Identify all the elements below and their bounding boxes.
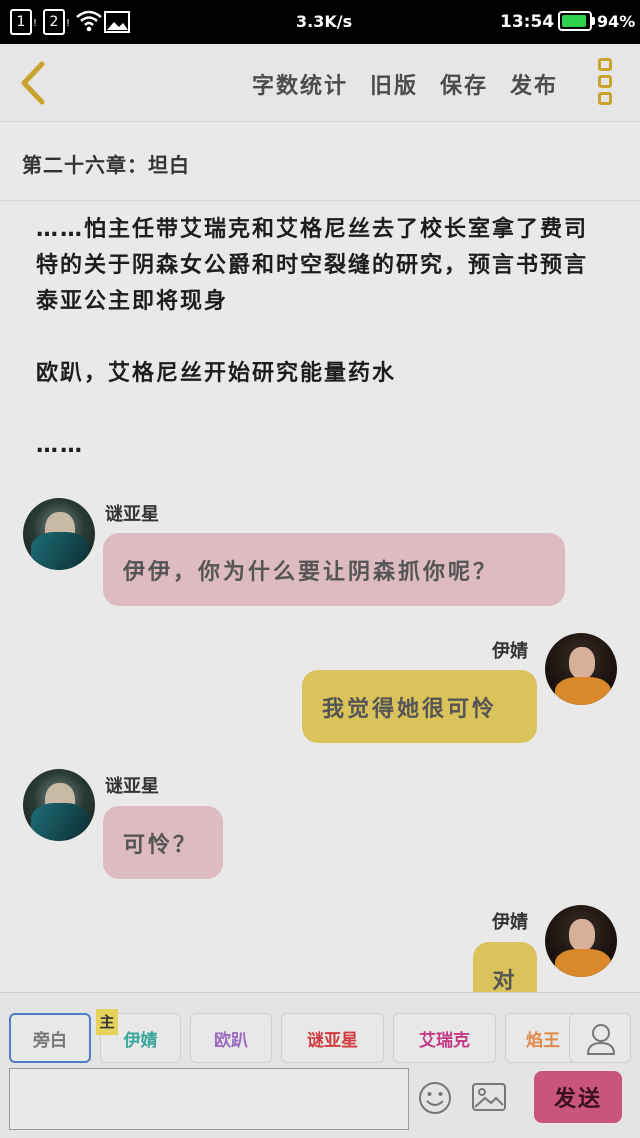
toolbar-actions: 字数统计 旧版 保存 发布 [252,68,558,100]
speaker-name: 伊婧 [492,641,528,662]
narration-paragraph[interactable]: 欧趴，艾格尼丝开始研究能量药水 [36,356,606,392]
speaker-name: 谜亚星 [105,504,159,525]
send-button[interactable]: 发送 [534,1071,622,1123]
avatar[interactable] [23,498,95,570]
gallery-notification-icon [104,11,130,33]
sim2-label: 2 [49,14,59,30]
composer-panel: 旁白 伊婧 主 欧趴 谜亚星 艾瑞克 焰王 发送 [0,992,640,1138]
role-label: 艾瑞克 [419,1030,470,1051]
status-bar: 1! 2! 3.3K/s 13:54 94% [0,0,640,44]
more-button[interactable] [596,58,614,110]
send-label: 发送 [553,1087,602,1112]
role-chip-narrator[interactable]: 旁白 [9,1013,91,1063]
chapter-title[interactable]: 第二十六章：坦白 [22,149,190,178]
sim1-icon: 1! [10,9,37,35]
battery-percent: 94% [597,12,636,31]
sim2-icon: 2! [43,9,70,35]
word-count-button[interactable]: 字数统计 [252,68,348,100]
message-text: 我觉得她很可怜 [322,696,498,722]
role-label: 欧趴 [214,1030,248,1051]
role-label: 焰王 [526,1030,560,1051]
more-vertical-icon [596,58,614,105]
speaker-name: 伊婧 [492,912,528,933]
chevron-left-icon [21,61,45,105]
chat-bubble[interactable]: 可怜？ [103,806,223,879]
add-role-button[interactable] [569,1013,631,1063]
narration-block: ……怕主任带艾瑞克和艾格尼丝去了校长室拿了费司特的关于阴森女公爵和时空裂缝的研究… [36,212,606,500]
chat-bubble[interactable]: 我觉得她很可怜 [302,670,537,743]
role-label: 伊婧 [123,1030,158,1051]
chapter-header: 第二十六章：坦白 [0,123,640,201]
chat-bubble[interactable]: 伊伊，你为什么要让阴森抓你呢？ [103,533,565,606]
battery-tip [592,17,595,25]
back-button[interactable] [14,58,54,108]
message-text: 对 [492,968,518,994]
message-text: 伊伊，你为什么要让阴森抓你呢？ [123,559,499,585]
role-chip[interactable]: 谜亚星 [281,1013,384,1063]
role-label: 谜亚星 [307,1030,358,1051]
narration-paragraph[interactable]: …… [36,428,606,464]
old-version-button[interactable]: 旧版 [370,68,418,100]
clock: 13:54 [500,12,555,32]
image-icon[interactable] [471,1081,507,1113]
network-speed: 3.3K/s [296,12,353,31]
message-text: 可怜？ [123,832,199,858]
wifi-icon [76,10,102,32]
avatar[interactable] [545,905,617,977]
narration-paragraph[interactable]: ……怕主任带艾瑞克和艾格尼丝去了校长室拿了费司特的关于阴森女公爵和时空裂缝的研究… [36,212,606,320]
speaker-name: 谜亚星 [105,776,159,797]
role-label: 旁白 [33,1030,67,1051]
avatar[interactable] [23,769,95,841]
role-chip[interactable]: 艾瑞克 [393,1013,496,1063]
save-button[interactable]: 保存 [440,68,488,100]
avatar[interactable] [545,633,617,705]
publish-button[interactable]: 发布 [510,68,558,100]
sim1-label: 1 [16,14,26,30]
user-icon [586,1024,616,1055]
editor-toolbar: 字数统计 旧版 保存 发布 [0,44,640,122]
message-input[interactable] [9,1068,409,1130]
main-character-badge: 主 [96,1009,118,1035]
battery-icon [558,11,592,31]
role-chip[interactable]: 欧趴 [190,1013,272,1063]
smiley-icon[interactable] [418,1081,452,1115]
